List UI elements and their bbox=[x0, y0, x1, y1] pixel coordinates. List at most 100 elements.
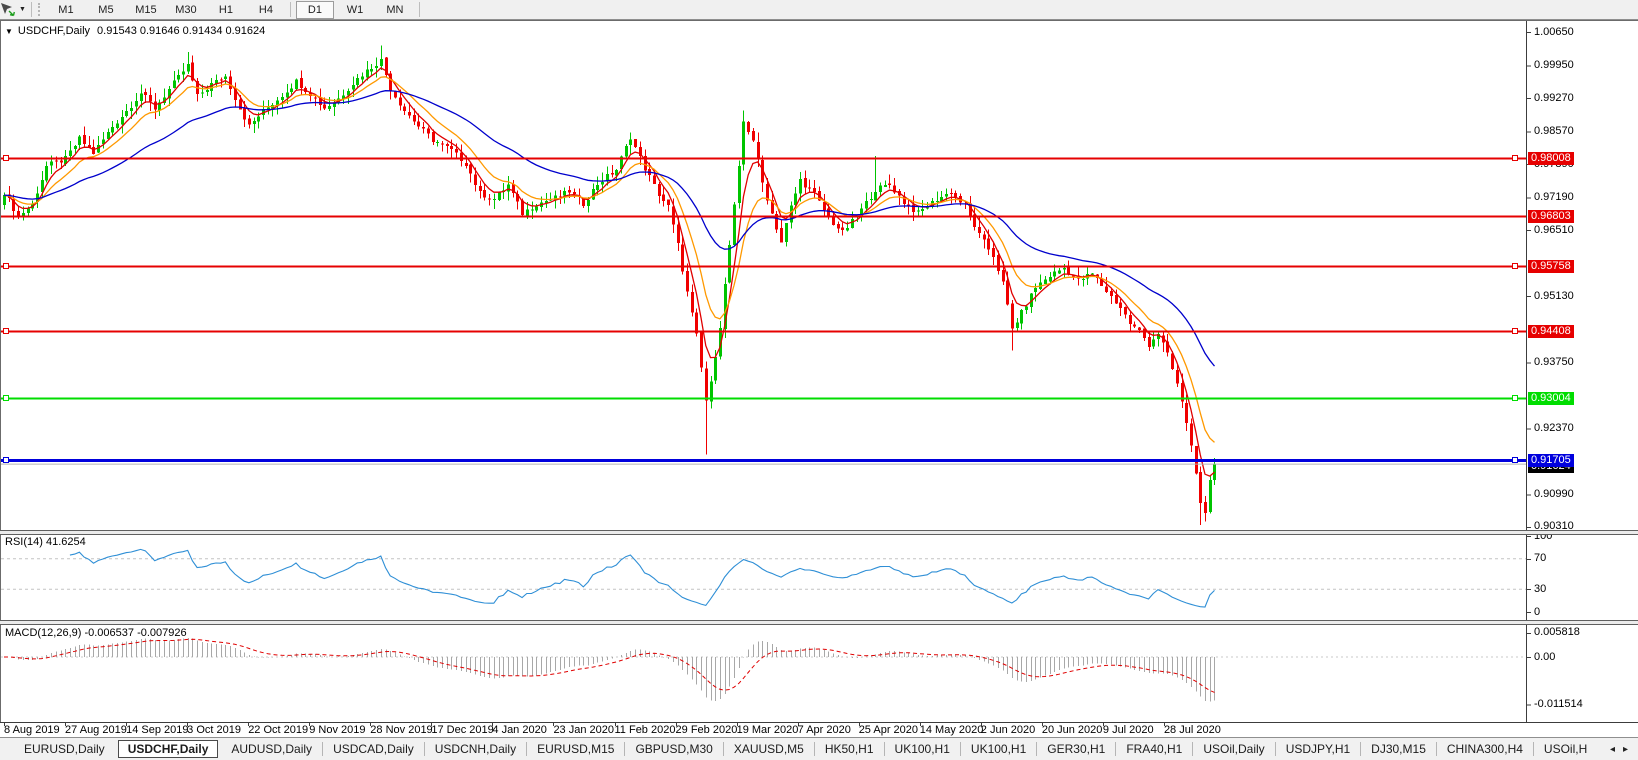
chart-tab-china300-h4[interactable]: CHINA300,H4 bbox=[1437, 742, 1533, 756]
ma-slow-line bbox=[3, 90, 1216, 367]
date-axis-label: 23 Jan 2020 bbox=[553, 724, 614, 736]
cursor-tool-icon[interactable]: ▼ bbox=[0, 1, 27, 19]
tab-scroll-right-icon[interactable]: ▸ bbox=[1623, 744, 1628, 755]
chart-tab-dj30-m15[interactable]: DJ30,M15 bbox=[1361, 742, 1436, 756]
hline-handle[interactable] bbox=[1512, 328, 1518, 334]
hline-price-badge: 0.93004 bbox=[1528, 391, 1574, 405]
timeframe-button-m1[interactable]: M1 bbox=[47, 1, 85, 19]
chart-tab-audusd-daily[interactable]: AUDUSD,Daily bbox=[221, 742, 322, 756]
date-axis-label: 17 Dec 2019 bbox=[431, 724, 494, 736]
timeframe-button-mn[interactable]: MN bbox=[376, 1, 414, 19]
date-axis-label: 27 Aug 2019 bbox=[65, 724, 127, 736]
rsi-label: RSI(14) 41.6254 bbox=[5, 536, 86, 548]
timeframe-buttons: M1 M5 M15 M30 H1 H4 D1 W1 MN bbox=[46, 0, 424, 20]
toolbar-separator bbox=[30, 2, 32, 17]
chart-title-ohlc: 0.91543 0.91646 0.91434 0.91624 bbox=[97, 25, 266, 37]
timeframe-button-m15[interactable]: M15 bbox=[127, 1, 165, 19]
timeframe-button-m30[interactable]: M30 bbox=[167, 1, 205, 19]
price-axis-label: 0.97190 bbox=[1534, 191, 1574, 204]
ma-mid-line bbox=[3, 76, 1215, 443]
date-axis-label: 29 Feb 2020 bbox=[675, 724, 738, 736]
chart-tab-hk50-h1[interactable]: HK50,H1 bbox=[815, 742, 884, 756]
toolbar-separator bbox=[418, 2, 420, 17]
chart-tab-xauusd-m5[interactable]: XAUUSD,M5 bbox=[724, 742, 814, 756]
chart-tab-eurusd-m15[interactable]: EURUSD,M15 bbox=[527, 742, 624, 756]
chart-tab-usdcad-daily[interactable]: USDCAD,Daily bbox=[323, 742, 424, 756]
pane-splitter-macd[interactable] bbox=[0, 620, 1638, 625]
timeframe-button-h1[interactable]: H1 bbox=[207, 1, 245, 19]
macd-histogram bbox=[9, 637, 1215, 702]
hline-handle[interactable] bbox=[1512, 395, 1518, 401]
chart-tab-usdchf-daily[interactable]: USDCHF,Daily bbox=[117, 740, 219, 758]
chart-tab-usdjpy-h1[interactable]: USDJPY,H1 bbox=[1276, 742, 1360, 756]
date-axis-label: 11 Feb 2020 bbox=[614, 724, 676, 736]
mt4-window: ▼ M1 M5 M15 M30 H1 H4 D1 W1 MN ▼ USDCHF,Daily 0.… bbox=[0, 0, 1638, 760]
chart-title: ▼ USDCHF,Daily 0.91543 0.91646 0.91434 0… bbox=[5, 25, 265, 37]
chart-tab-eurusd-daily[interactable]: EURUSD,Daily bbox=[14, 742, 115, 756]
price-axis-label: 0.98570 bbox=[1534, 125, 1574, 138]
hline-price-badge: 0.91705 bbox=[1528, 453, 1574, 467]
date-axis-label: 4 Jan 2020 bbox=[492, 724, 547, 736]
tab-scroll-left-icon[interactable]: ◂ bbox=[1610, 744, 1615, 755]
ma-fast-line bbox=[3, 67, 1215, 477]
chart-title-symbol: USDCHF,Daily bbox=[17, 25, 91, 37]
chart-plot bbox=[0, 20, 1638, 726]
chart-tab-fra40-h1[interactable]: FRA40,H1 bbox=[1116, 742, 1192, 756]
rsi-axis-label: 0 bbox=[1534, 605, 1541, 618]
date-axis-label: 14 May 2020 bbox=[919, 724, 984, 736]
date-axis-label: 25 Apr 2020 bbox=[858, 724, 919, 736]
timeframe-button-m5[interactable]: M5 bbox=[87, 1, 125, 19]
rsi-axis-label: 70 bbox=[1534, 552, 1547, 565]
hline-handle[interactable] bbox=[1512, 263, 1518, 269]
timeframe-button-h4[interactable]: H4 bbox=[247, 1, 285, 19]
price-axis-label: 0.93750 bbox=[1534, 355, 1574, 368]
chart-tab-gbpusd-m30[interactable]: GBPUSD,M30 bbox=[625, 742, 722, 756]
date-axis-label: 19 Mar 2020 bbox=[736, 724, 799, 736]
timeframe-button-d1[interactable]: D1 bbox=[295, 0, 334, 19]
date-axis-label: 3 Oct 2019 bbox=[187, 724, 241, 736]
price-axis-label: 0.99950 bbox=[1534, 59, 1574, 71]
macd-signal-line bbox=[4, 638, 1215, 693]
chart-tab-ger30-h1[interactable]: GER30,H1 bbox=[1037, 742, 1115, 756]
hline-handle[interactable] bbox=[3, 395, 9, 401]
date-axis-label: 9 Jul 2020 bbox=[1102, 724, 1154, 736]
price-axis-label: 0.96510 bbox=[1534, 223, 1574, 236]
hline-handle[interactable] bbox=[1512, 155, 1518, 161]
chart-tabbar: EURUSD,Daily USDCHF,Daily AUDUSD,Daily USDC… bbox=[0, 737, 1638, 760]
hline-handle[interactable] bbox=[3, 263, 9, 269]
macd-axis-label: -0.011514 bbox=[1534, 698, 1583, 710]
chart-tab-uk100-h1[interactable]: UK100,H1 bbox=[961, 742, 1036, 756]
chart-tabs: EURUSD,Daily USDCHF,Daily AUDUSD,Daily USDC… bbox=[0, 738, 1638, 760]
hline-handle[interactable] bbox=[3, 457, 9, 463]
date-axis-label: 9 Nov 2019 bbox=[309, 724, 366, 736]
rsi-line bbox=[69, 548, 1215, 608]
pane-splitter-rsi[interactable] bbox=[0, 530, 1638, 535]
cursor-icon bbox=[1, 3, 15, 17]
tool-dropdown-icon[interactable]: ▼ bbox=[19, 6, 26, 13]
price-axis-label: 0.92370 bbox=[1534, 421, 1574, 434]
timeframe-button-w1[interactable]: W1 bbox=[336, 1, 374, 19]
toolbar-grip[interactable] bbox=[37, 3, 40, 16]
timeframe-toolbar: ▼ M1 M5 M15 M30 H1 H4 D1 W1 MN bbox=[0, 0, 1638, 20]
chart-tab-uk100-h1[interactable]: UK100,H1 bbox=[885, 742, 960, 756]
hline-price-badge: 0.95758 bbox=[1528, 259, 1574, 273]
chart-tab-usoil-daily[interactable]: USOil,Daily bbox=[1193, 742, 1274, 756]
macd-axis-label: 0.00 bbox=[1534, 650, 1556, 663]
date-axis-label: 28 Jul 2020 bbox=[1163, 724, 1221, 736]
date-axis-label: 14 Sep 2019 bbox=[126, 724, 189, 736]
symbol-dropdown-icon[interactable]: ▼ bbox=[5, 27, 13, 36]
hline-handle[interactable] bbox=[3, 155, 9, 161]
date-axis-label: 8 Aug 2019 bbox=[4, 724, 60, 736]
hline-handle[interactable] bbox=[1512, 457, 1518, 463]
price-axis-label: 0.95130 bbox=[1534, 289, 1574, 302]
hline-price-badge: 0.98008 bbox=[1528, 151, 1574, 165]
price-axis-label: 0.99270 bbox=[1534, 91, 1574, 104]
date-axis-label: 20 Jun 2020 bbox=[1041, 724, 1103, 736]
chart-area[interactable]: ▼ USDCHF,Daily 0.91543 0.91646 0.91434 0… bbox=[0, 20, 1638, 737]
hline-handle[interactable] bbox=[3, 328, 9, 334]
chart-tab-usdcnh-daily[interactable]: USDCNH,Daily bbox=[425, 742, 526, 756]
date-axis-label: 28 Nov 2019 bbox=[370, 724, 433, 736]
date-axis-label: 2 Jun 2020 bbox=[980, 724, 1036, 736]
date-axis-label: 22 Oct 2019 bbox=[248, 724, 309, 736]
chart-tab-usoil-h[interactable]: USOil,H bbox=[1534, 742, 1597, 756]
